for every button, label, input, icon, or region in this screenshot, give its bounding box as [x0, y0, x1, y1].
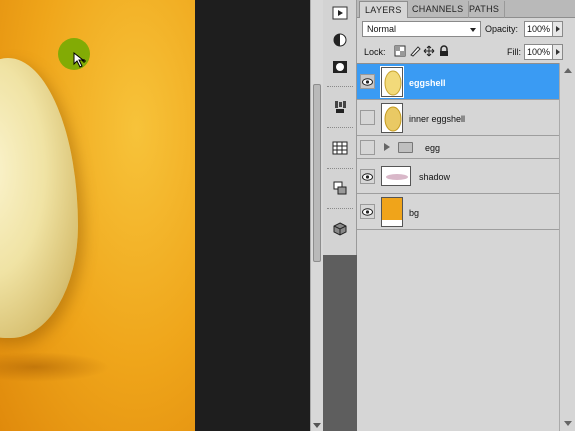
- panel-tab-bar: LAYERS CHANNELS PATHS: [357, 0, 575, 18]
- clone-source-icon[interactable]: [330, 178, 350, 198]
- layers-scrollbar[interactable]: [559, 63, 575, 431]
- layer-name: shadow: [419, 172, 451, 182]
- visibility-toggle[interactable]: [360, 110, 375, 125]
- strip-divider: [327, 208, 353, 209]
- eye-icon: [362, 77, 373, 86]
- lock-image-pixels-icon[interactable]: [409, 45, 421, 57]
- pasteboard: [195, 0, 310, 431]
- layer-thumbnail: [381, 197, 403, 227]
- eye-icon: [362, 172, 373, 181]
- scroll-down-arrow-icon[interactable]: [313, 423, 321, 428]
- opacity-slider-arrow-icon[interactable]: [553, 21, 563, 37]
- blend-mode-select[interactable]: Normal: [362, 21, 481, 37]
- layer-name: bg: [409, 208, 420, 218]
- visibility-toggle[interactable]: [360, 74, 375, 89]
- lock-transparent-pixels-icon[interactable]: [394, 45, 406, 57]
- lock-position-icon[interactable]: [423, 45, 435, 57]
- visibility-toggle[interactable]: [360, 204, 375, 219]
- chevron-down-icon: [470, 28, 476, 32]
- lock-all-icon[interactable]: [438, 45, 450, 57]
- scrollbar-thumb[interactable]: [313, 84, 321, 262]
- layer-name: inner eggshell: [409, 114, 466, 124]
- layers-panel: LAYERS CHANNELS PATHS Normal Opacity: 10…: [357, 0, 575, 431]
- strip-divider: [327, 168, 353, 169]
- expand-triangle-icon[interactable]: [384, 143, 390, 151]
- document-canvas[interactable]: [0, 0, 195, 431]
- play-icon[interactable]: [330, 3, 350, 23]
- opacity-label: Opacity:: [485, 24, 519, 34]
- layer-group-egg[interactable]: egg: [357, 136, 559, 159]
- adjustments-icon[interactable]: [330, 30, 350, 50]
- scroll-up-arrow-icon[interactable]: [564, 68, 572, 73]
- lock-label: Lock:: [364, 47, 386, 57]
- layer-thumbnail: [380, 66, 404, 98]
- 3d-icon[interactable]: [330, 219, 350, 239]
- layer-row-shadow[interactable]: shadow: [357, 159, 559, 194]
- layer-thumbnail: [381, 166, 411, 186]
- fill-input[interactable]: 100%: [524, 44, 553, 60]
- layers-list: eggshell inner eggshell egg shadow bg: [357, 63, 559, 431]
- blend-mode-value: Normal: [367, 24, 397, 34]
- fill-label: Fill:: [507, 47, 521, 57]
- canvas-vertical-scrollbar[interactable]: [310, 0, 323, 431]
- strip-divider: [327, 127, 353, 128]
- visibility-toggle[interactable]: [360, 140, 375, 155]
- layer-name: egg: [425, 143, 441, 153]
- layer-name: eggshell: [409, 78, 446, 88]
- panel-icon-strip: [323, 0, 357, 431]
- strip-divider: [327, 86, 353, 87]
- brush-preset-icon[interactable]: [330, 97, 350, 117]
- mask-icon[interactable]: [330, 57, 350, 77]
- tab-paths[interactable]: PATHS: [464, 1, 506, 18]
- egg-shadow-artwork: [0, 352, 110, 382]
- tab-layers[interactable]: LAYERS: [359, 1, 408, 18]
- fill-slider-arrow-icon[interactable]: [553, 44, 563, 60]
- layer-row-inner-eggshell[interactable]: inner eggshell: [357, 100, 559, 136]
- layer-thumbnail: [381, 103, 403, 133]
- grid-icon[interactable]: [330, 138, 350, 158]
- scroll-down-arrow-icon[interactable]: [564, 421, 572, 426]
- move-cursor-icon: [73, 52, 86, 68]
- egg-artwork: [0, 58, 78, 338]
- visibility-toggle[interactable]: [360, 169, 375, 184]
- opacity-input[interactable]: 100%: [524, 21, 553, 37]
- eye-icon: [362, 207, 373, 216]
- layer-row-bg[interactable]: bg: [357, 194, 559, 230]
- folder-icon: [398, 142, 413, 153]
- tab-channels[interactable]: CHANNELS: [407, 1, 470, 18]
- layer-row-eggshell[interactable]: eggshell: [357, 64, 559, 100]
